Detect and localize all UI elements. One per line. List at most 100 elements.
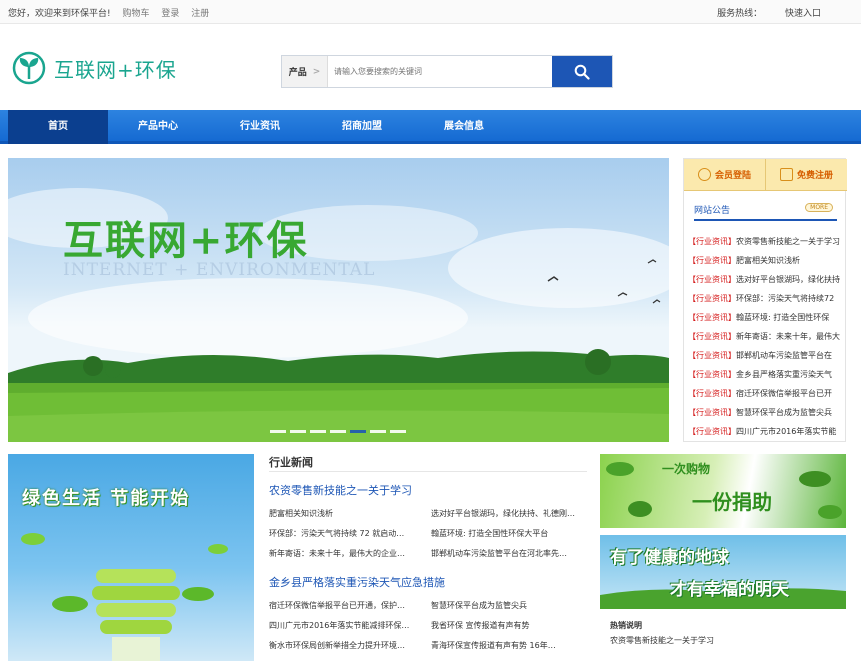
free-register-button[interactable]: 免费注册 [766,159,847,190]
carousel-dot[interactable] [270,430,286,433]
news-item[interactable]: 四川广元市2016年落实节能减排环保… [269,616,421,636]
carousel-dot-active[interactable] [350,430,366,433]
nav-item-home[interactable]: 首页 [8,110,108,144]
ad2-line1: 有了健康的地球 [610,548,729,568]
news-headline[interactable]: 农资零售新技能之一关于学习 [269,482,587,498]
more-button[interactable]: MORE [805,203,833,212]
list-item[interactable]: 【行业资讯】四川广元市2016年落实节能 [688,422,842,441]
search-bar: 产品 > [281,55,613,88]
leaf-logo-icon [12,51,46,85]
hotline-label: 服务热线： [717,9,763,19]
site-logo[interactable]: 互联网+环保 [12,50,177,86]
ad1-line2: 一份捐助 [692,490,772,514]
carousel-dot[interactable] [330,430,346,433]
notice-text: 宿迁环保微信举报平台已开 [736,389,832,398]
carousel-dot[interactable] [290,430,306,433]
list-item[interactable]: 【行业资讯】宿迁环保微信举报平台已开 [688,384,842,403]
list-item[interactable]: 【行业资讯】选对好平台银湖玛，绿化扶持 [688,270,842,289]
notice-tag: 【行业资讯】 [688,237,736,246]
nav-item-franchise[interactable]: 招商加盟 [312,110,412,144]
notice-tag: 【行业资讯】 [688,370,736,379]
welcome-text: 您好，欢迎来到环保平台! [8,9,111,19]
notice-text: 金乡县严格落实重污染天气 [736,370,832,379]
ad1-line1: 一次购物 [662,462,711,476]
banner-title: 互联网+环保 [63,217,309,264]
notice-tag: 【行业资讯】 [688,389,736,398]
notice-header: 网站公告 MORE [694,203,837,221]
notice-tag: 【行业资讯】 [688,294,736,303]
news-item[interactable]: 宿迁环保微信举报平台已开通，保护… [269,596,421,616]
list-item[interactable]: 【行业资讯】农资零售新技能之一关于学习 [688,232,842,251]
notice-text: 四川广元市2016年落实节能 [736,427,837,436]
news-item[interactable]: 选对好平台银湖玛，绿化扶持、礼德刚… [431,504,583,524]
list-item[interactable]: 【行业资讯】环保部：污染天气将持续72 [688,289,842,308]
landscape-image [8,188,669,442]
notice-text: 环保部：污染天气将持续72 [736,294,835,303]
carousel-dot[interactable] [370,430,386,433]
healthy-earth-banner[interactable]: 有了健康的地球 才有幸福的明天 [600,535,846,609]
notice-text: 翰蓝环境: 打造全国性环保 [736,313,830,322]
list-item[interactable]: 【行业资讯】新年寄语：未来十年，最伟大 [688,327,842,346]
section-title: 行业新闻 [269,454,587,472]
list-item[interactable]: 【行业资讯】智慧环保平台成为监管尖兵 [688,403,842,422]
donation-ad-banner[interactable]: 一次购物 一份捐助 [600,454,846,528]
list-item[interactable]: 【行业资讯】翰蓝环境: 打造全国性环保 [688,308,842,327]
free-register-label: 免费注册 [796,171,833,181]
member-actions: 会员登陆 免费注册 [684,159,847,191]
news-list: 肥富相关知识浅析 选对好平台银湖玛，绿化扶持、礼德刚… 环保部：污染天气将持续 … [269,504,587,564]
ad2-line2: 才有幸福的明天 [670,580,789,600]
green-living-banner[interactable]: 绿色生活 节能开始 [8,454,254,661]
notice-text: 智慧环保平台成为监管尖兵 [736,408,832,417]
login-link[interactable]: 登录 [161,9,179,19]
nav-item-products[interactable]: 产品中心 [108,110,208,144]
news-item[interactable]: 青海环保宣传报道有声有势 16年… [431,636,583,656]
notice-text: 邯郸机动车污染监管平台在 [736,351,832,360]
section-title: 热销说明 [610,621,642,630]
search-category-label: 产品 [288,68,307,78]
news-item[interactable]: 翰蓝环境: 打造全国性环保大平台 [431,524,583,544]
news-item[interactable]: 新年寄语：未来十年，最伟大的企业… [269,544,421,564]
notice-text: 农资零售新技能之一关于学习 [736,237,840,246]
carousel-indicators [270,430,410,433]
notice-sidebar: 会员登陆 免费注册 网站公告 MORE 【行业资讯】农资零售新技能之一关于学习 … [683,158,847,442]
top-bar: 您好，欢迎来到环保平台! 购物车 登录 注册 服务热线： 快速入口 [0,0,861,24]
news-item[interactable]: 我省环保 宣传报道有声有势 [431,616,583,636]
industry-news-section: 行业新闻 农资零售新技能之一关于学习 肥富相关知识浅析 选对好平台银湖玛，绿化扶… [269,454,587,661]
news-item[interactable]: 肥富相关知识浅析 [269,504,421,524]
news-headline[interactable]: 金乡县严格落实重污染天气应急措施 [269,574,587,590]
logo-text: 互联网+环保 [54,57,177,82]
search-category-select[interactable]: 产品 > [282,56,328,87]
member-login-button[interactable]: 会员登陆 [684,159,766,190]
banner-subtitle: INTERNET + ENVIRONMENTAL [63,260,376,280]
carousel-dot[interactable] [390,430,406,433]
cart-link[interactable]: 购物车 [122,9,149,19]
news-item[interactable]: 衡水市环保局创新举措全力提升环境… [269,636,421,656]
quick-entry-link[interactable]: 快速入口 [785,9,821,19]
search-button[interactable] [552,56,612,87]
notice-tag: 【行业资讯】 [688,275,736,284]
recommend-section: 热销说明 农资零售新技能之一关于学习 [610,620,846,646]
energy-bulb-image [21,533,228,661]
notice-list: 【行业资讯】农资零售新技能之一关于学习 【行业资讯】肥富相关知识浅析 【行业资讯… [688,232,842,441]
register-link[interactable]: 注册 [191,9,209,19]
news-item[interactable]: 邯郸机动车污染监管平台在河北率先… [431,544,583,564]
news-item[interactable]: 环保部：污染天气将持续 72 就启动… [269,524,421,544]
notice-tag: 【行业资讯】 [688,408,736,417]
user-icon [697,168,711,181]
member-login-label: 会员登陆 [714,171,751,181]
nav-item-industry-news[interactable]: 行业资讯 [210,110,310,144]
notice-text: 肥富相关知识浅析 [736,256,800,265]
carousel-dot[interactable] [310,430,326,433]
news-item[interactable]: 智慧环保平台成为监管尖兵 [431,596,583,616]
list-item[interactable]: 【行业资讯】金乡县严格落实重污染天气 [688,365,842,384]
main-nav: 首页 产品中心 行业资讯 招商加盟 展会信息 [0,110,861,144]
list-item[interactable]: 【行业资讯】邯郸机动车污染监管平台在 [688,346,842,365]
search-input[interactable] [328,56,552,87]
edit-icon [779,168,793,181]
notice-title: 网站公告 [694,206,731,216]
list-item[interactable]: 农资零售新技能之一关于学习 [610,635,846,646]
list-item[interactable]: 【行业资讯】肥富相关知识浅析 [688,251,842,270]
hero-banner[interactable]: 互联网+环保 INTERNET + ENVIRONMENTAL [8,158,669,442]
nav-item-exhibitions[interactable]: 展会信息 [414,110,514,144]
notice-text: 选对好平台银湖玛，绿化扶持 [736,275,840,284]
